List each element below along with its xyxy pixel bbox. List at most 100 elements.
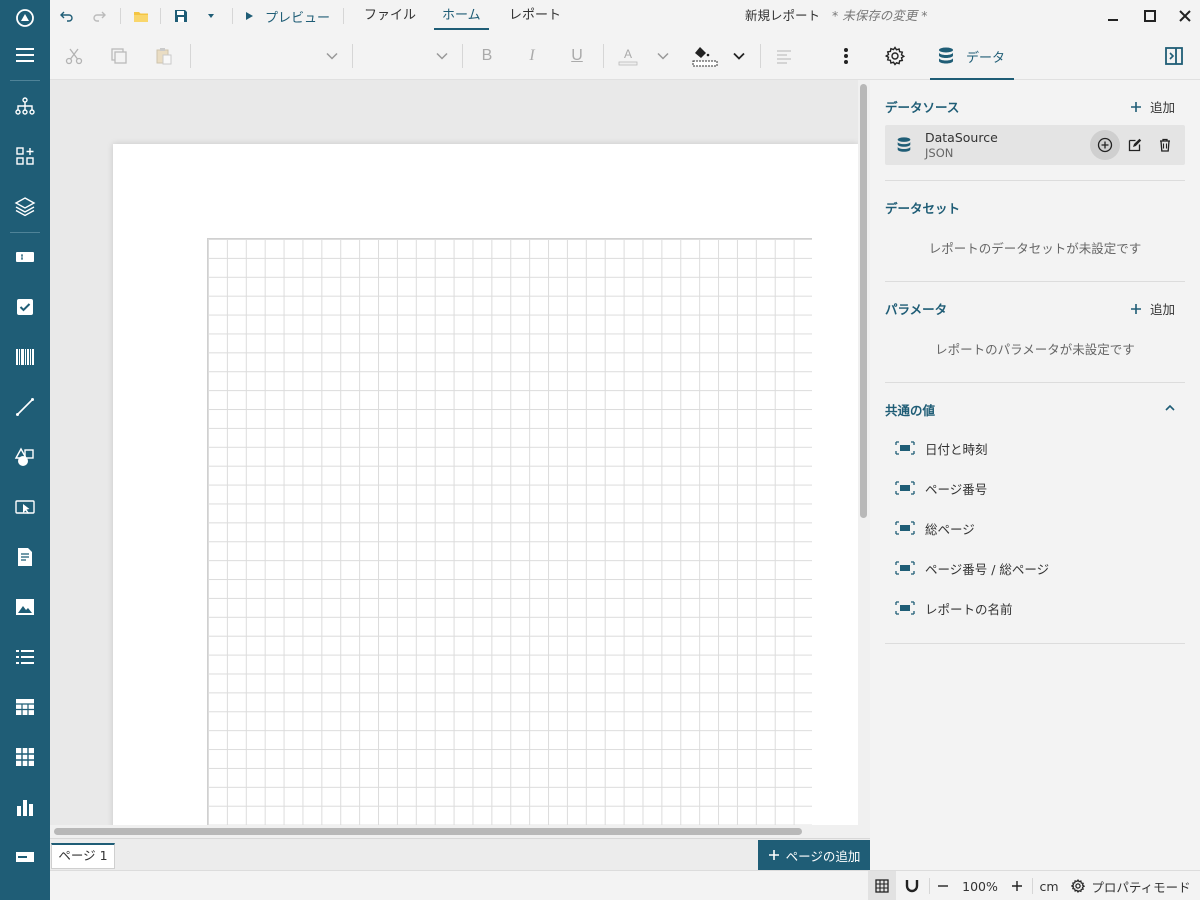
redo-button[interactable] (88, 0, 110, 32)
field-icon (895, 518, 915, 538)
horizontal-scrollbar-thumb[interactable] (54, 828, 802, 835)
page-tab-1[interactable]: ページ 1 (51, 843, 115, 869)
save-dropdown-button[interactable] (200, 0, 222, 32)
property-mode-button[interactable]: プロパティモード (1068, 871, 1194, 900)
add-datasource-label: 追加 (1149, 100, 1175, 115)
input-field-icon[interactable] (0, 487, 50, 527)
richtext-icon[interactable] (0, 537, 50, 577)
status-bar: 100% cm プロパティモード (50, 870, 1200, 900)
vertical-scrollbar-thumb[interactable] (860, 84, 867, 518)
add-dataset-button[interactable] (1090, 130, 1120, 160)
underline-button[interactable]: U (565, 44, 589, 68)
more-options-button[interactable] (834, 44, 858, 68)
dataset-empty-message: レポートのデータセットが未設定です (928, 241, 1142, 256)
open-button[interactable] (130, 0, 152, 32)
paste-button[interactable] (152, 44, 176, 68)
zoom-in-button[interactable] (1006, 871, 1028, 900)
section-divider (885, 382, 1185, 383)
checkbox-icon[interactable] (0, 287, 50, 327)
background-color-dropdown[interactable] (727, 44, 751, 68)
save-button[interactable] (170, 0, 192, 32)
font-size-dropdown[interactable] (430, 44, 454, 68)
edit-datasource-button[interactable] (1120, 130, 1150, 160)
grid-toggle-button[interactable] (868, 871, 896, 900)
datasource-item[interactable]: DataSource JSON (885, 125, 1185, 165)
field-icon (895, 598, 915, 618)
add-page-button[interactable]: ページの追加 (758, 840, 870, 870)
italic-button[interactable]: I (520, 44, 544, 68)
left-toolbox-rail (0, 0, 50, 900)
add-page-label: ページの追加 (785, 848, 861, 864)
banded-list-icon[interactable] (0, 837, 50, 877)
collapse-common-values-button[interactable] (1160, 398, 1180, 418)
scissors-icon (65, 48, 83, 65)
close-button[interactable] (1174, 5, 1196, 27)
menu-icon[interactable] (0, 35, 50, 75)
ribbon-toolbar: B I U A データ (50, 32, 1200, 80)
chevron-up-icon (1165, 404, 1175, 411)
undo-button[interactable] (56, 0, 78, 32)
table-icon[interactable] (0, 687, 50, 727)
field-icon (895, 478, 915, 498)
design-canvas[interactable] (50, 80, 858, 825)
divider (343, 8, 344, 24)
tablix-icon[interactable] (0, 737, 50, 777)
paint-bucket-icon (692, 47, 718, 67)
font-color-dropdown[interactable] (651, 44, 675, 68)
tab-file[interactable]: ファイル (356, 0, 424, 32)
settings-button[interactable] (883, 44, 907, 68)
zoom-out-button[interactable] (932, 871, 954, 900)
font-family-dropdown[interactable] (320, 44, 344, 68)
barcode-icon[interactable] (0, 337, 50, 377)
tab-report[interactable]: レポート (501, 0, 569, 32)
data-tab-label: データ (966, 50, 1006, 66)
page-body-grid[interactable] (207, 238, 812, 825)
grid-icon (875, 879, 889, 893)
text-align-button[interactable] (772, 44, 796, 68)
common-value-item[interactable]: レポートの名前 (885, 590, 1185, 626)
unit-selector[interactable]: cm (1036, 871, 1062, 900)
add-parameter-button[interactable]: 追加 (1130, 299, 1175, 318)
toggle-panel-button[interactable] (1162, 44, 1186, 68)
list-icon[interactable] (0, 637, 50, 677)
gear-icon (885, 46, 905, 66)
report-explorer-icon[interactable] (0, 86, 50, 126)
shape-icon[interactable] (0, 437, 50, 477)
chart-icon[interactable] (0, 787, 50, 827)
common-value-item[interactable]: ページ番号 (885, 470, 1185, 506)
cut-button[interactable] (62, 44, 86, 68)
tab-home[interactable]: ホーム (434, 0, 489, 32)
edit-icon (1128, 138, 1142, 152)
bold-button[interactable]: B (475, 44, 499, 68)
background-color-button[interactable] (691, 44, 719, 68)
zoom-level[interactable]: 100% (958, 871, 1002, 900)
image-icon[interactable] (0, 587, 50, 627)
font-color-button[interactable]: A (616, 44, 640, 68)
add-datasource-button[interactable]: 追加 (1130, 97, 1175, 116)
italic-icon: I (529, 47, 535, 64)
maximize-button[interactable] (1139, 5, 1161, 27)
chevron-down-icon (657, 52, 669, 60)
delete-datasource-button[interactable] (1150, 130, 1180, 160)
copy-button[interactable] (107, 44, 131, 68)
snap-toggle-button[interactable] (900, 871, 924, 900)
report-page[interactable] (113, 144, 858, 825)
common-value-item[interactable]: 総ページ (885, 510, 1185, 546)
divider (929, 878, 930, 894)
common-value-item[interactable]: ページ番号 / 総ページ (885, 550, 1185, 586)
group-icon[interactable] (0, 136, 50, 176)
line-icon[interactable] (0, 387, 50, 427)
common-value-item[interactable]: 日付と時刻 (885, 430, 1185, 466)
play-icon (246, 12, 253, 20)
divider (120, 8, 121, 24)
common-value-label: ページ番号 (925, 481, 988, 497)
database-icon (897, 137, 911, 152)
datasource-name: DataSource (925, 130, 998, 145)
preview-button[interactable]: プレビュー (243, 0, 330, 32)
tab-data[interactable]: データ (930, 32, 1014, 80)
minimize-button[interactable] (1102, 5, 1124, 27)
page-tabs-bar: ページ 1 ページの追加 (50, 838, 870, 870)
textbox-icon[interactable] (0, 237, 50, 277)
field-icon (895, 558, 915, 578)
layers-icon[interactable] (0, 186, 50, 226)
